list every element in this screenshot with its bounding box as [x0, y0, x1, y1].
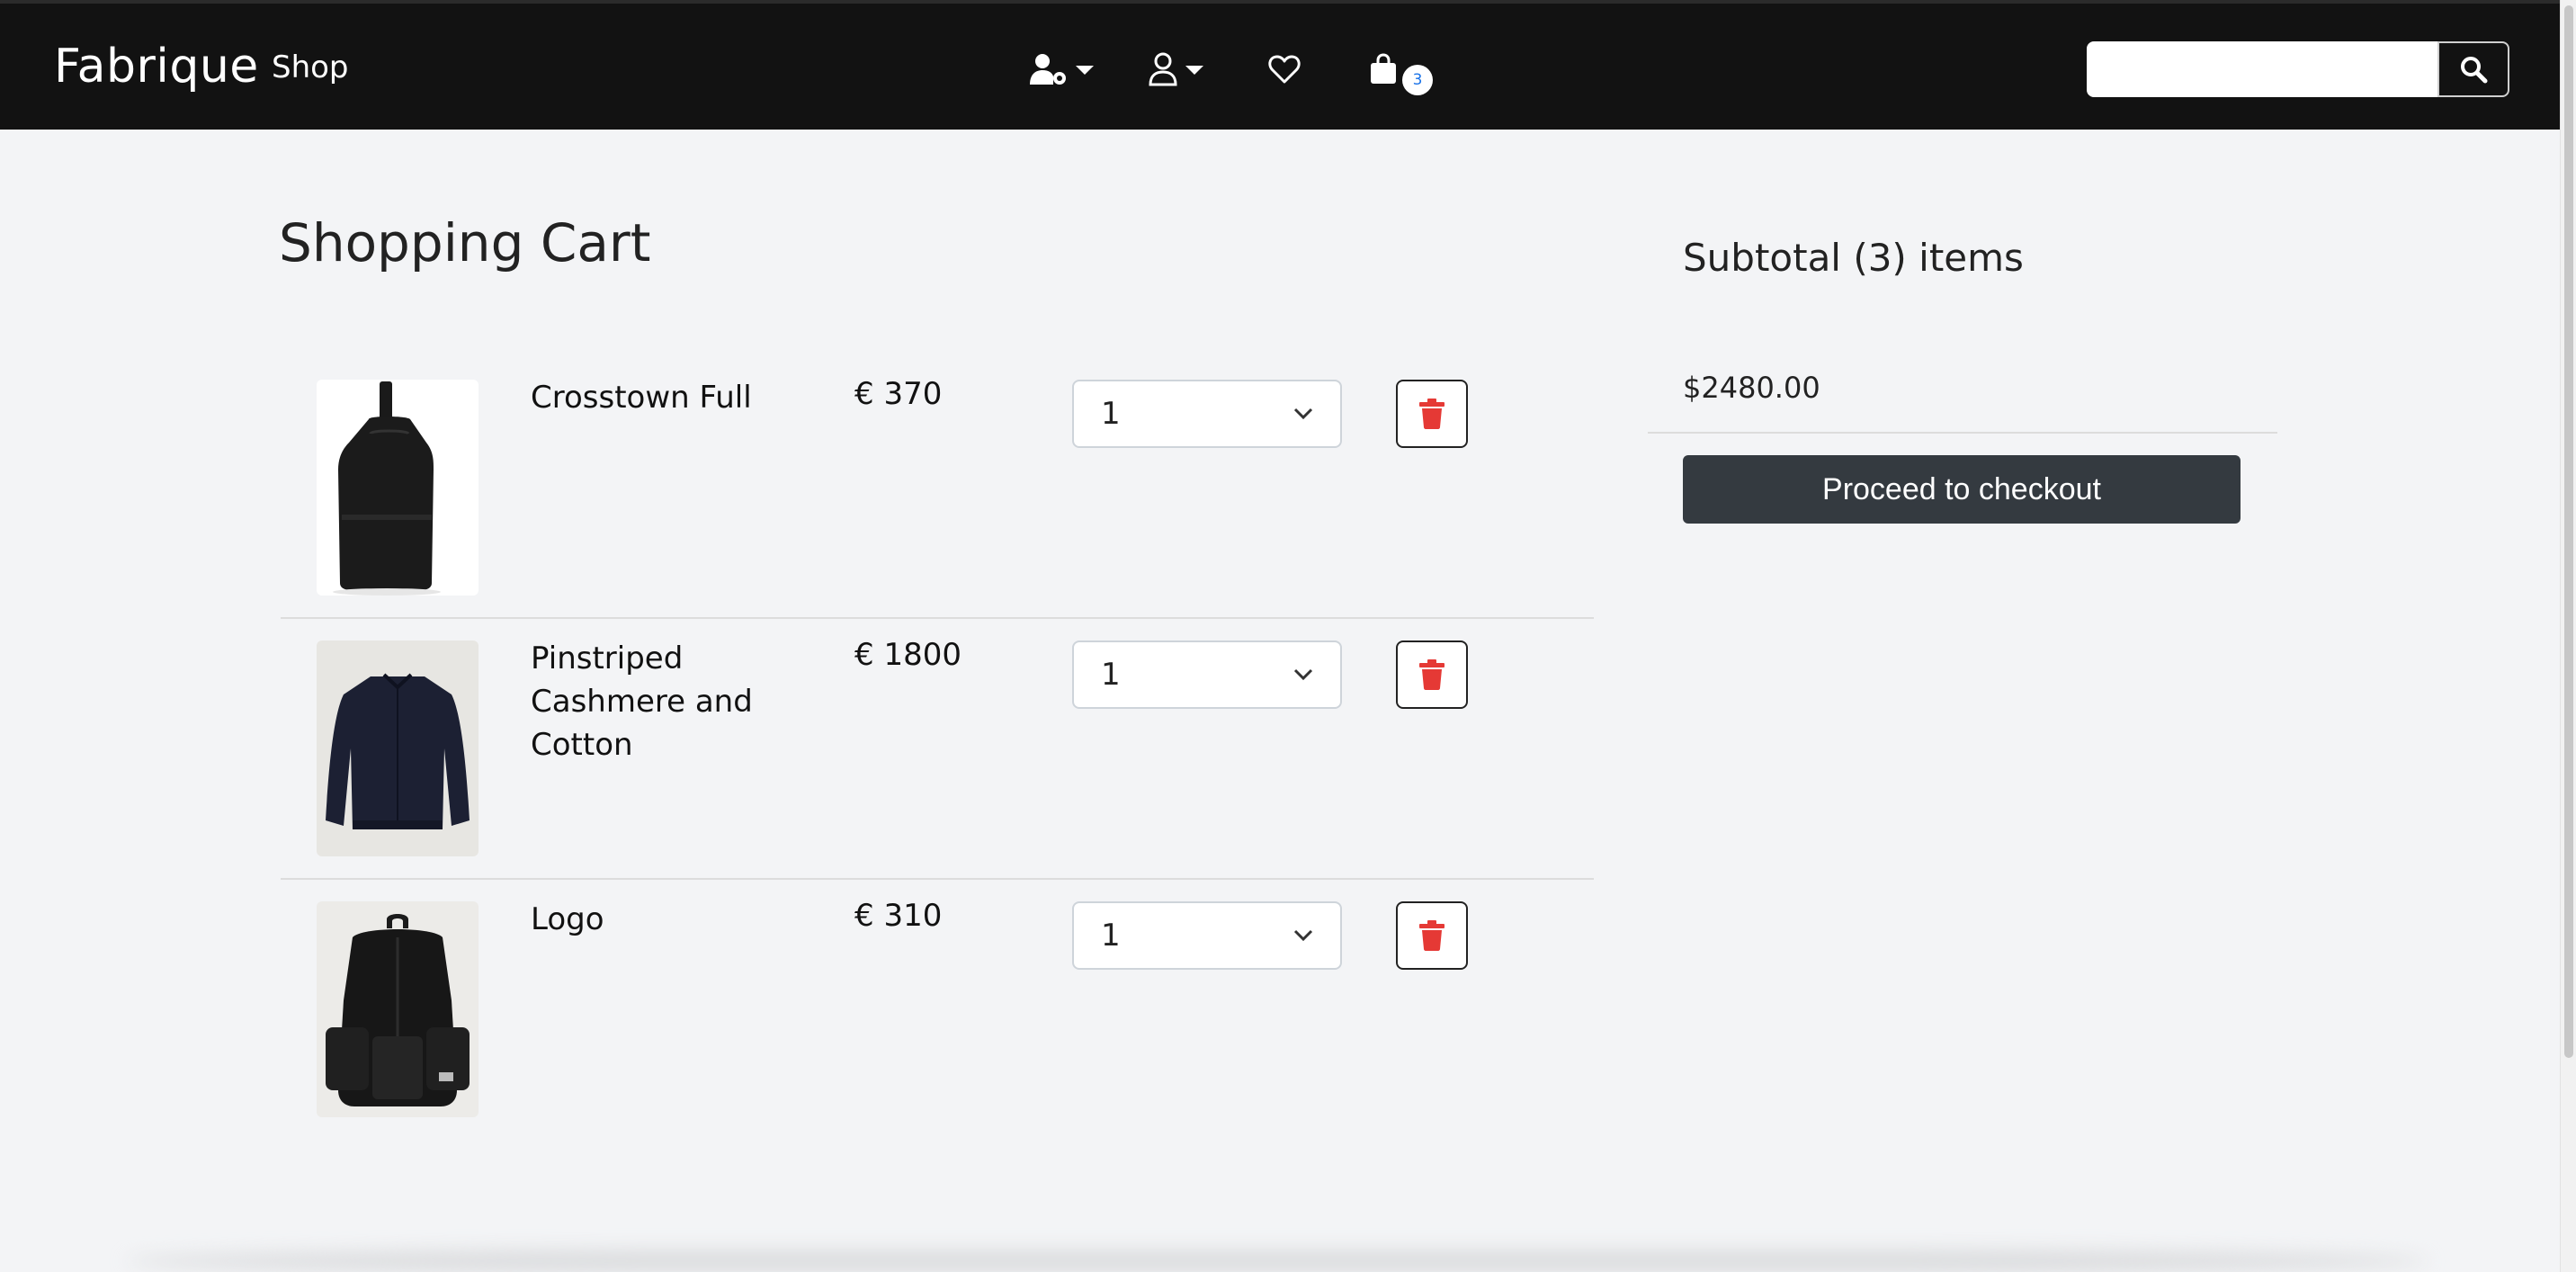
- chevron-down-icon: [1293, 408, 1313, 420]
- chevron-down-icon: [1293, 929, 1313, 942]
- cart-item-row: Crosstown Full € 370 1: [281, 358, 1594, 619]
- product-image[interactable]: [317, 380, 479, 596]
- search-button[interactable]: [2437, 41, 2509, 97]
- footer-shadow: [126, 1250, 2428, 1272]
- cart-link[interactable]: [1369, 49, 1398, 90]
- remove-item-button[interactable]: [1396, 640, 1468, 709]
- product-image[interactable]: [317, 901, 479, 1117]
- remove-item-button[interactable]: [1396, 901, 1468, 970]
- trash-icon: [1419, 920, 1445, 951]
- wishlist-link[interactable]: [1268, 49, 1301, 90]
- heart-icon: [1268, 55, 1301, 84]
- product-name[interactable]: Crosstown Full: [531, 376, 801, 419]
- nav-shop-link[interactable]: Shop: [272, 49, 349, 85]
- remove-item-button[interactable]: [1396, 380, 1468, 448]
- quantity-select[interactable]: 1: [1072, 901, 1342, 970]
- navbar: Fabrique Shop 3: [0, 0, 2560, 130]
- quantity-select[interactable]: 1: [1072, 380, 1342, 448]
- search-icon: [2461, 57, 2488, 84]
- cart-count-badge: 3: [1402, 65, 1433, 95]
- user-icon: [1149, 52, 1177, 86]
- cart-item-row: Pinstriped Cashmere and Cotton € 1800 1: [281, 619, 1594, 880]
- search-form: [2087, 41, 2509, 97]
- quantity-value: 1: [1101, 918, 1121, 954]
- chevron-down-icon: [1185, 66, 1203, 75]
- product-price: € 1800: [854, 637, 962, 673]
- product-price: € 370: [854, 376, 943, 412]
- shopping-bag-icon: [1371, 53, 1396, 84]
- admin-menu-toggle[interactable]: [1029, 49, 1094, 90]
- user-menu-toggle[interactable]: [1148, 49, 1203, 90]
- chevron-down-icon: [1293, 668, 1313, 681]
- subtotal-amount: $2480.00: [1683, 371, 1820, 405]
- cart-item-row: Logo € 310 1: [281, 880, 1594, 1141]
- summary-divider: [1648, 432, 2277, 434]
- product-image[interactable]: [317, 640, 479, 856]
- chevron-down-icon: [1076, 66, 1094, 75]
- proceed-to-checkout-button[interactable]: Proceed to checkout: [1683, 455, 2241, 524]
- product-name[interactable]: Pinstriped Cashmere and Cotton: [531, 637, 801, 766]
- quantity-select[interactable]: 1: [1072, 640, 1342, 709]
- trash-icon: [1419, 659, 1445, 690]
- quantity-value: 1: [1101, 657, 1121, 693]
- search-input[interactable]: [2087, 41, 2437, 97]
- subtotal-title: Subtotal (3) items: [1683, 236, 2024, 280]
- trash-icon: [1419, 399, 1445, 429]
- scrollbar-thumb[interactable]: [2564, 5, 2573, 1058]
- admin-user-gear-icon: [1030, 54, 1066, 85]
- brand-logo[interactable]: Fabrique: [54, 40, 259, 94]
- quantity-value: 1: [1101, 396, 1121, 432]
- page-title: Shopping Cart: [279, 212, 651, 273]
- product-price: € 310: [854, 898, 943, 934]
- product-name[interactable]: Logo: [531, 898, 801, 941]
- vertical-scrollbar[interactable]: [2560, 0, 2576, 1272]
